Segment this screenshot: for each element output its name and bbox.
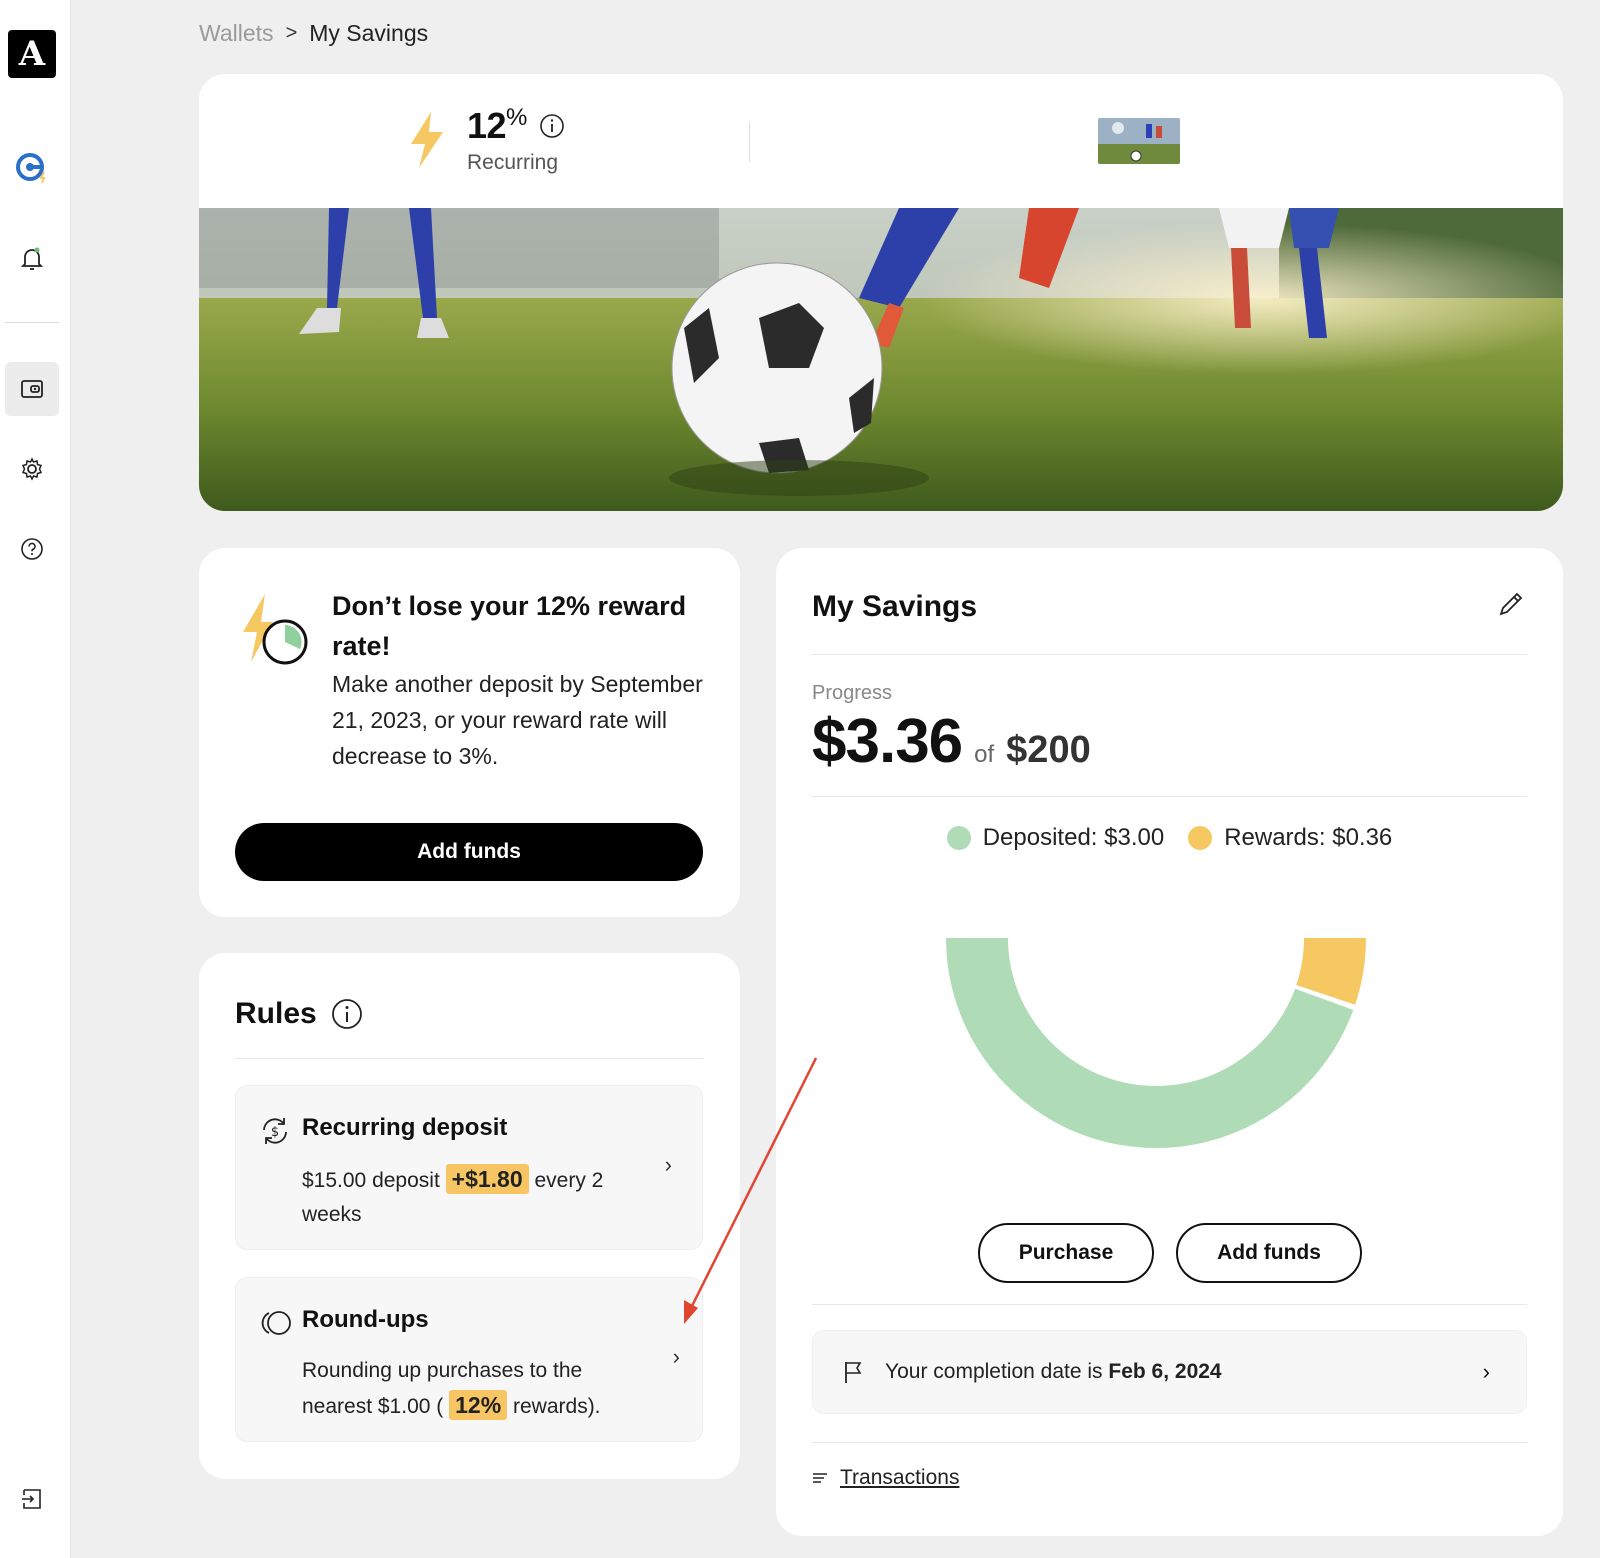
purchase-button[interactable]: Purchase	[978, 1223, 1154, 1283]
rate-label: Recurring	[467, 151, 559, 174]
logout-icon[interactable]	[5, 1472, 59, 1526]
gauge-deposited-segment	[946, 938, 1354, 1148]
savings-divider	[812, 654, 1527, 655]
rules-title: Rules	[235, 997, 317, 1030]
chevron-right-icon[interactable]: ›	[673, 1344, 680, 1370]
svg-text:$: $	[271, 1125, 279, 1140]
completion-text: Your completion date is Feb 6, 2024	[885, 1360, 1222, 1383]
pencil-icon[interactable]	[1497, 590, 1525, 618]
rules-divider	[235, 1058, 703, 1059]
chart-legend: Deposited: $3.00 Rewards: $0.36	[776, 824, 1563, 852]
deposited-dot	[946, 826, 971, 850]
amount-of: of	[974, 741, 995, 768]
rate-value: 12%	[467, 104, 527, 146]
app-logo[interactable]: A	[8, 30, 56, 78]
reward-rate: 12% Recurring	[407, 104, 565, 175]
rate-highlight: 12%	[449, 1390, 508, 1420]
breadcrumb-separator: >	[285, 21, 298, 44]
completion-date-row[interactable]: Your completion date is Feb 6, 2024 ›	[812, 1330, 1527, 1414]
reward-warning-card: Don’t lose your 12% reward rate! Make an…	[199, 548, 740, 917]
rewards-dot	[1188, 826, 1213, 850]
round-ups-icon	[261, 1311, 291, 1335]
bonus-highlight: +$1.80	[445, 1164, 529, 1194]
info-icon[interactable]	[539, 113, 565, 139]
cover-image	[199, 208, 1563, 511]
savings-card: My Savings Progress $3.36 of $200 Deposi…	[776, 548, 1563, 1536]
add-funds-button[interactable]: Add funds	[235, 823, 703, 881]
legend-rewards: Rewards: $0.36	[1188, 824, 1392, 852]
wallet-hero-card: 12% Recurring	[199, 74, 1563, 511]
rule-round-ups[interactable]: Round-ups Rounding up purchases to the n…	[235, 1277, 703, 1442]
chevron-right-icon[interactable]: ›	[1483, 1359, 1490, 1385]
gear-icon[interactable]	[5, 442, 59, 496]
rule-title: Round-ups	[302, 1306, 429, 1333]
rules-card: Rules $ Recurring deposit $15.00 deposit…	[199, 953, 740, 1479]
legend-deposited: Deposited: $3.00	[946, 824, 1164, 852]
wallet-icon[interactable]	[5, 362, 59, 416]
sidebar-divider	[5, 322, 59, 323]
savings-divider	[812, 796, 1527, 797]
flag-icon	[845, 1362, 862, 1383]
chevron-right-icon[interactable]: ›	[665, 1152, 672, 1178]
add-funds-outline-button[interactable]: Add funds	[1176, 1223, 1362, 1283]
warning-title: Don’t lose your 12% reward rate!	[332, 591, 687, 661]
savings-title: My Savings	[812, 590, 978, 623]
help-icon[interactable]	[5, 522, 59, 576]
savings-divider	[812, 1304, 1527, 1305]
breadcrumb-wallets[interactable]: Wallets	[199, 20, 274, 47]
list-icon	[813, 1473, 827, 1483]
sidebar: A	[0, 0, 71, 1558]
hero-divider	[749, 122, 750, 162]
savings-divider	[812, 1442, 1527, 1443]
rule-recurring-deposit[interactable]: $ Recurring deposit $15.00 deposit +$1.8…	[235, 1085, 703, 1250]
transactions-link[interactable]: Transactions	[812, 1466, 959, 1490]
recurring-icon: $	[263, 1118, 287, 1144]
breadcrumb-current: My Savings	[309, 19, 429, 46]
rule-description: $15.00 deposit +$1.80 every 2 weeks	[302, 1164, 604, 1226]
info-icon[interactable]	[331, 998, 363, 1030]
rule-description: Rounding up purchases to the nearest $1.…	[302, 1359, 601, 1420]
saved-amount: $3.36	[812, 707, 963, 776]
rewards-icon[interactable]	[5, 140, 59, 194]
savings-gauge	[946, 938, 1366, 1148]
breadcrumb: Wallets > My Savings	[199, 18, 428, 48]
bell-icon[interactable]	[5, 232, 59, 286]
goal-amount: $200	[1006, 729, 1091, 771]
lightning-icon	[411, 112, 443, 168]
rule-title: Recurring deposit	[302, 1114, 508, 1141]
cover-thumbnail[interactable]	[1098, 118, 1180, 164]
rate-timer-icon	[243, 594, 308, 665]
progress-amount: $3.36 of $200	[812, 706, 1091, 777]
progress-label: Progress	[812, 682, 893, 704]
rules-heading: Rules	[235, 997, 363, 1031]
warning-body: Make another deposit by September 21, 20…	[332, 671, 703, 769]
